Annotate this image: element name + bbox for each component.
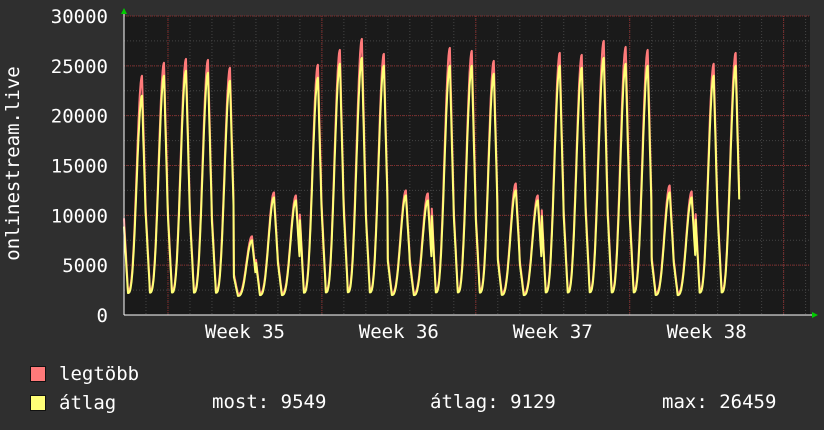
x-tick-label: Week 38 xyxy=(667,321,747,343)
y-tick-label: 10000 xyxy=(51,205,108,227)
stat-atlag: átlag: 9129 xyxy=(430,391,556,413)
stat-most: most: 9549 xyxy=(212,391,327,413)
y-tick-label: 15000 xyxy=(51,156,108,178)
legend-item-atlag: átlag xyxy=(30,391,116,415)
x-axis-arrow-icon xyxy=(812,312,818,318)
y-tick-label: 25000 xyxy=(51,56,108,78)
stat-max: max: 26459 xyxy=(662,391,777,413)
y-tick-label: 30000 xyxy=(51,6,108,28)
y-axis-label: onlinestream.live xyxy=(2,66,24,260)
legend-label-atlag: átlag xyxy=(59,392,117,414)
legend-item-legtobb: legtöbb xyxy=(30,362,139,386)
y-tick-label: 0 xyxy=(97,305,108,327)
y-tick-label: 20000 xyxy=(51,106,108,128)
x-tick-label: Week 36 xyxy=(359,321,439,343)
x-tick-label: Week 35 xyxy=(205,321,285,343)
x-tick-label: Week 37 xyxy=(513,321,593,343)
y-tick-label: 5000 xyxy=(62,255,108,277)
legend-swatch-legtobb xyxy=(30,366,46,382)
y-axis-arrow-icon xyxy=(121,8,127,14)
legend-label-legtobb: legtöbb xyxy=(59,363,140,385)
legend-swatch-atlag xyxy=(30,395,46,411)
